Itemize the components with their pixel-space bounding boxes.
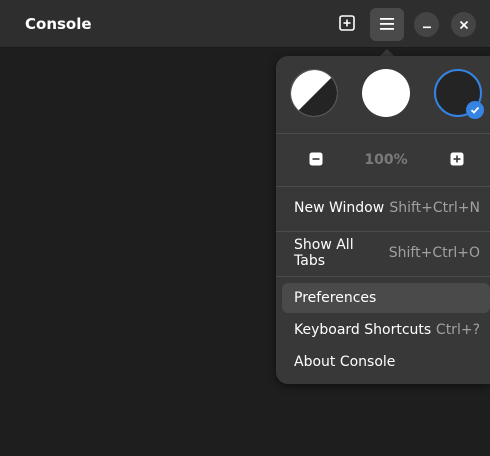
tab-new-icon <box>339 15 355 35</box>
menu-item-label: Keyboard Shortcuts <box>294 322 432 338</box>
open-menu-icon <box>380 15 394 34</box>
separator <box>276 133 490 134</box>
menu-item-accel: Shift+Ctrl+N <box>389 200 480 216</box>
minimize-button[interactable] <box>414 12 439 37</box>
headerbar: Console <box>0 0 490 48</box>
menu-item-label: New Window <box>294 200 385 216</box>
follow-system-swatch-icon <box>291 70 337 116</box>
window-close-icon <box>459 15 469 34</box>
menu-item-show-all-tabs[interactable]: Show All Tabs Shift+Ctrl+O <box>282 237 490 269</box>
main-menu-button[interactable] <box>370 8 404 41</box>
menu-item-accel: Ctrl+? <box>435 322 480 338</box>
new-tab-button[interactable] <box>332 10 362 40</box>
menu-item-keyboard-shortcuts[interactable]: Keyboard Shortcuts Ctrl+? <box>282 315 490 345</box>
main-menu-popover: 100% New Window Shift+Ctrl+N Show All Ta… <box>276 56 490 384</box>
menu-item-about-console[interactable]: About Console <box>282 347 490 377</box>
menu-item-preferences[interactable]: Preferences <box>282 283 490 313</box>
separator <box>276 276 490 277</box>
zoom-level: 100% <box>364 152 408 168</box>
separator <box>276 231 490 232</box>
console-window: Console 100% New Window Shift+Ctrl+N Sho… <box>0 0 490 456</box>
zoom-in-icon <box>450 151 464 170</box>
window-title: Console <box>25 15 92 33</box>
menu-item-new-window[interactable]: New Window Shift+Ctrl+N <box>282 193 490 223</box>
menu-item-label: Preferences <box>294 290 377 306</box>
zoom-out-icon <box>309 151 323 170</box>
zoom-in-button[interactable] <box>447 150 467 170</box>
close-button[interactable] <box>451 12 476 37</box>
checkmark-icon <box>466 101 484 119</box>
window-minimize-icon <box>422 15 432 34</box>
menu-item-label: Show All Tabs <box>294 237 354 269</box>
menu-item-label: About Console <box>294 354 396 370</box>
style-follow-system-button[interactable] <box>290 69 338 117</box>
menu-item-accel: Shift+Ctrl+O <box>388 245 480 261</box>
zoom-out-button[interactable] <box>306 150 326 170</box>
separator <box>276 186 490 187</box>
style-light-button[interactable] <box>362 69 410 117</box>
